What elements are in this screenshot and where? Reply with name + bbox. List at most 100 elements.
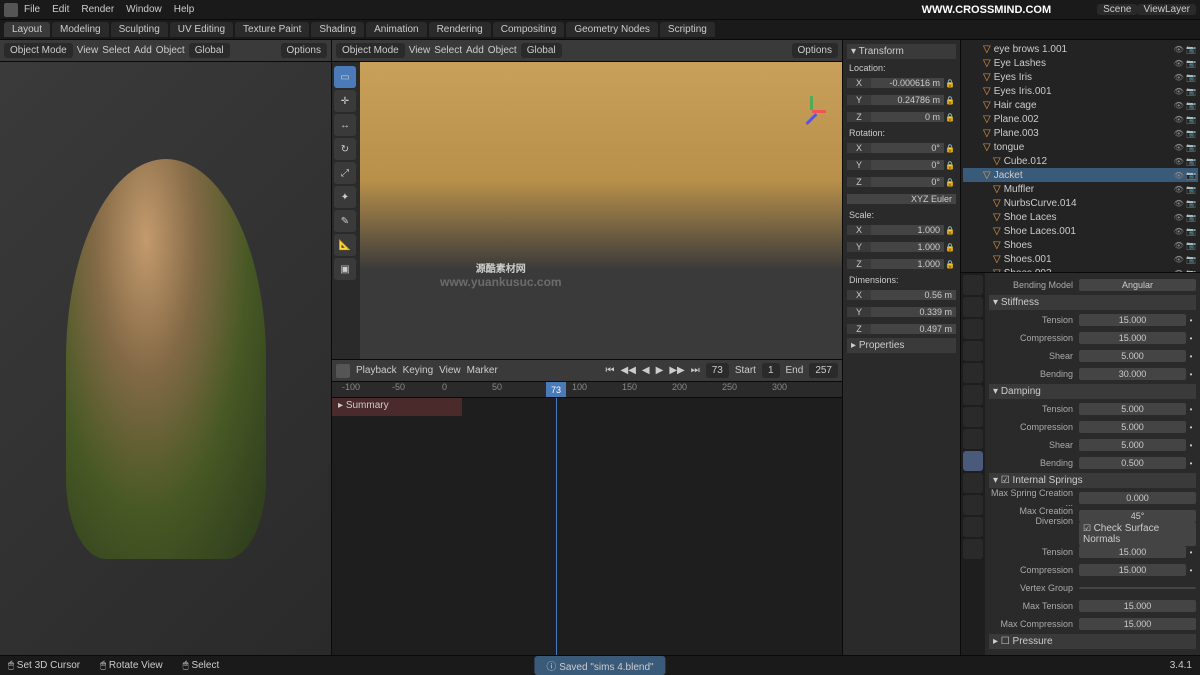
start-frame[interactable]: 1	[762, 363, 780, 378]
ptab-data[interactable]	[963, 495, 983, 515]
vp-menu-select[interactable]: Select	[102, 45, 130, 56]
nav-gizmo[interactable]	[792, 92, 832, 132]
damp-tension[interactable]: 5.000	[1079, 403, 1186, 415]
loc-y[interactable]: 0.24786 m	[871, 95, 944, 105]
int-tension[interactable]: 15.000	[1079, 546, 1186, 558]
outliner-item[interactable]: ▽ Muffler👁 📷	[963, 182, 1198, 196]
vp-options[interactable]: Options	[281, 43, 327, 58]
current-frame[interactable]: 73	[706, 363, 729, 378]
play-icon[interactable]: ▶	[656, 365, 664, 376]
tl-playback[interactable]: Playback	[356, 365, 397, 376]
outliner-item[interactable]: ▽ Cube.012👁 📷	[963, 154, 1198, 168]
max-compression[interactable]: 15.000	[1079, 618, 1196, 630]
tl-marker[interactable]: Marker	[467, 365, 498, 376]
ptab-render[interactable]	[963, 275, 983, 295]
menu-help[interactable]: Help	[168, 4, 201, 15]
ptab-scene[interactable]	[963, 341, 983, 361]
damping-header[interactable]: ▾ Damping	[989, 384, 1196, 399]
gizmo-z-axis[interactable]	[805, 113, 817, 125]
scene-selector[interactable]: Scene	[1097, 4, 1137, 15]
check-normals[interactable]: ☑ Check Surface Normals	[1079, 522, 1196, 546]
outliner-item[interactable]: ▽ tongue👁 📷	[963, 140, 1198, 154]
loc-z[interactable]: 0 m	[871, 112, 944, 122]
outliner[interactable]: ▽ eye brows 1.001👁 📷▽ Eye Lashes👁 📷▽ Eye…	[961, 40, 1200, 272]
damp-compression[interactable]: 5.000	[1079, 421, 1186, 433]
outliner-item[interactable]: ▽ Eye Lashes👁 📷	[963, 56, 1198, 70]
tool-measure[interactable]: 📐	[334, 234, 356, 256]
timeline-ruler[interactable]: -100 -50 0 50 73 100 150 200 250 300	[332, 382, 842, 398]
vp2-select[interactable]: Select	[434, 45, 462, 56]
jump-end-icon[interactable]: ⏭	[691, 365, 700, 376]
tab-sculpting[interactable]: Sculpting	[111, 22, 168, 37]
damp-bending[interactable]: 0.500	[1079, 457, 1186, 469]
menu-edit[interactable]: Edit	[46, 4, 75, 15]
menu-window[interactable]: Window	[120, 4, 168, 15]
tab-modeling[interactable]: Modeling	[52, 22, 109, 37]
ptab-modifier[interactable]	[963, 407, 983, 427]
outliner-item[interactable]: ▽ Plane.003👁 📷	[963, 126, 1198, 140]
outliner-item[interactable]: ▽ Jacket👁 📷	[963, 168, 1198, 182]
ptab-output[interactable]	[963, 297, 983, 317]
vertex-group[interactable]	[1079, 587, 1196, 589]
tl-keying[interactable]: Keying	[403, 365, 434, 376]
gizmo-y-axis[interactable]	[810, 96, 813, 110]
loc-x[interactable]: -0.000616 m	[871, 78, 944, 88]
outliner-item[interactable]: ▽ Hair cage👁 📷	[963, 98, 1198, 112]
transform-panel-header[interactable]: ▾ Transform	[847, 44, 956, 59]
ptab-material[interactable]	[963, 517, 983, 537]
vp2-options[interactable]: Options	[792, 43, 838, 58]
vp-menu-view[interactable]: View	[77, 45, 99, 56]
viewport-3d-center[interactable]	[360, 62, 842, 359]
tool-select[interactable]: ▭	[334, 66, 356, 88]
vp2-object[interactable]: Object	[488, 45, 517, 56]
center-viewport[interactable]: Object Mode View Select Add Object Globa…	[332, 40, 842, 360]
scale-z[interactable]: 1.000	[871, 259, 944, 269]
tab-animation[interactable]: Animation	[366, 22, 426, 37]
tool-scale[interactable]: ⤢	[334, 162, 356, 184]
outliner-item[interactable]: ▽ Shoe Laces👁 📷	[963, 210, 1198, 224]
timeline-type-icon[interactable]	[336, 364, 350, 378]
vp-menu-object[interactable]: Object	[156, 45, 185, 56]
max-spring[interactable]: 0.000	[1079, 492, 1196, 504]
internal-springs-header[interactable]: ▾ ☑ Internal Springs	[989, 473, 1196, 488]
tool-cursor[interactable]: ✛	[334, 90, 356, 112]
playhead[interactable]: 73	[546, 382, 566, 397]
ptab-physics[interactable]	[963, 451, 983, 471]
tab-geonodes[interactable]: Geometry Nodes	[566, 22, 658, 37]
outliner-item[interactable]: ▽ NurbsCurve.014👁 📷	[963, 196, 1198, 210]
tab-uv[interactable]: UV Editing	[170, 22, 233, 37]
tab-texpaint[interactable]: Texture Paint	[235, 22, 309, 37]
max-tension[interactable]: 15.000	[1079, 600, 1196, 612]
tool-move[interactable]: ↔	[334, 114, 356, 136]
stiffness-header[interactable]: ▾ Stiffness	[989, 295, 1196, 310]
viewlayer-selector[interactable]: ViewLayer	[1137, 4, 1196, 15]
playhead-line[interactable]	[556, 398, 557, 655]
vp2-add[interactable]: Add	[466, 45, 484, 56]
ptab-texture[interactable]	[963, 539, 983, 559]
mode-selector[interactable]: Object Mode	[4, 43, 73, 58]
ptab-constraint[interactable]	[963, 473, 983, 493]
rot-x[interactable]: 0°	[871, 143, 944, 153]
vp2-view[interactable]: View	[409, 45, 431, 56]
dim-x[interactable]: 0.56 m	[871, 290, 956, 300]
outliner-item[interactable]: ▽ Eyes Iris.001👁 📷	[963, 84, 1198, 98]
outliner-item[interactable]: ▽ Eyes Iris👁 📷	[963, 70, 1198, 84]
next-key-icon[interactable]: ▶▶	[669, 365, 684, 376]
ptab-object[interactable]	[963, 385, 983, 405]
tool-transform[interactable]: ✦	[334, 186, 356, 208]
tab-layout[interactable]: Layout	[4, 22, 50, 37]
jump-start-icon[interactable]: ⏮	[606, 365, 615, 376]
ptab-world[interactable]	[963, 363, 983, 383]
scale-x[interactable]: 1.000	[871, 225, 944, 235]
pressure-header[interactable]: ▸ ☐ Pressure	[989, 634, 1196, 649]
damp-shear[interactable]: 5.000	[1079, 439, 1186, 451]
mode-selector-2[interactable]: Object Mode	[336, 43, 405, 58]
dim-y[interactable]: 0.339 m	[871, 307, 956, 317]
tab-rendering[interactable]: Rendering	[429, 22, 491, 37]
tool-annotate[interactable]: ✎	[334, 210, 356, 232]
int-compression[interactable]: 15.000	[1079, 564, 1186, 576]
rot-mode[interactable]: XYZ Euler	[847, 194, 956, 204]
vp-menu-add[interactable]: Add	[134, 45, 152, 56]
outliner-item[interactable]: ▽ Shoes👁 📷	[963, 238, 1198, 252]
tab-compositing[interactable]: Compositing	[493, 22, 565, 37]
